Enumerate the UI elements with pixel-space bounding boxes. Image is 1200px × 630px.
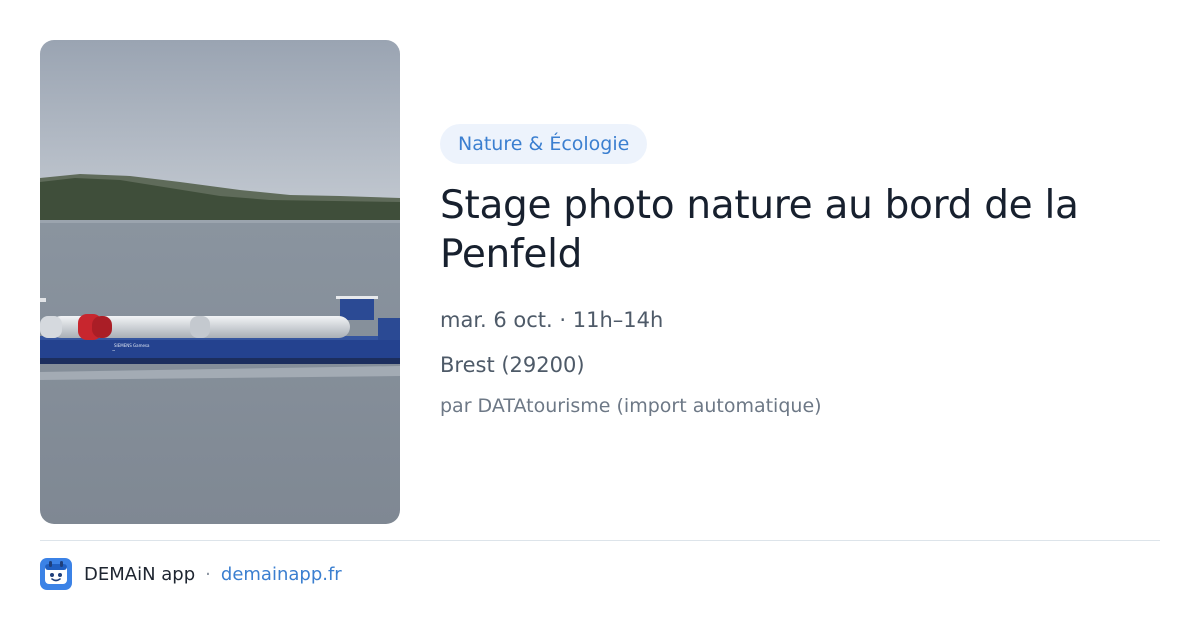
footer-separator: · <box>205 563 211 585</box>
event-photo: SIEMENS Gamesa ~ <box>40 40 400 524</box>
app-name: DEMAiN app <box>84 563 196 585</box>
svg-text:SIEMENS Gamesa: SIEMENS Gamesa <box>114 343 150 348</box>
event-details: Nature & Écologie Stage photo nature au … <box>440 124 1160 418</box>
svg-text:~: ~ <box>112 348 115 353</box>
event-datetime: mar. 6 oct. · 11h–14h <box>440 308 664 332</box>
app-logo-icon <box>40 558 72 590</box>
app-url-link[interactable]: demainapp.fr <box>221 564 342 585</box>
event-title: Stage photo nature au bord de la Penfeld <box>440 183 1079 277</box>
event-share-card: SIEMENS Gamesa ~ Nature & Écologie Stage… <box>0 0 1200 630</box>
event-source: par DATAtourisme (import automatique) <box>440 395 822 417</box>
app-footer: DEMAiN app · demainapp.fr <box>40 558 342 590</box>
event-location: Brest (29200) <box>440 353 585 377</box>
footer-divider <box>40 540 1160 541</box>
category-badge[interactable]: Nature & Écologie <box>440 124 648 164</box>
